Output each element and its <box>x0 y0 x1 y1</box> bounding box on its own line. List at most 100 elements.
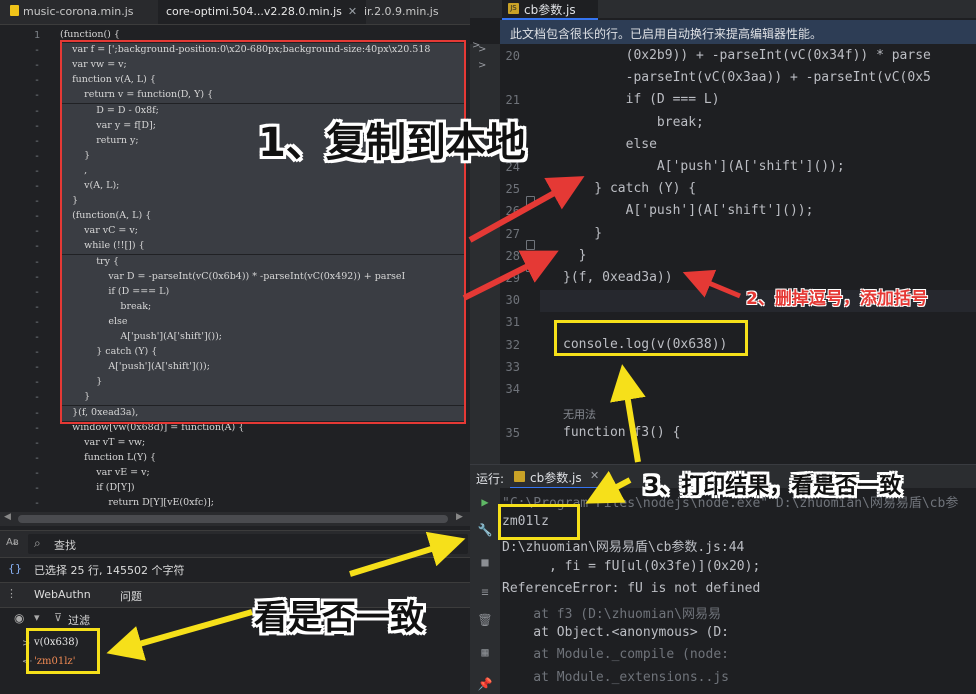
output-line: at Module._compile (node: <box>502 647 729 663</box>
expand-chevron-icon[interactable]: > <box>472 40 480 51</box>
search-input[interactable]: ⌕ 查找 <box>28 534 468 554</box>
tab-ir[interactable]: ir.2.0.9.min.js <box>360 0 470 24</box>
run-tool-strip: ▶ 🔧 ■ ≡ 🗑 ▦ 📌 <box>470 488 500 694</box>
search-placeholder: 查找 <box>54 539 76 552</box>
code-line: var vT = vw; <box>60 436 146 448</box>
output-line: at Object.<anonymous> (D: <box>502 625 729 641</box>
code-line: (0x2b9)) + -parseInt(vC(0x34f)) * parse <box>563 48 931 63</box>
line-number: 25 <box>505 182 520 197</box>
tab-core-optimi[interactable]: core-optimi.504...v2.28.0.min.js ✕ <box>158 0 366 24</box>
file-tabs: music-corona.min.js core-optimi.504...v2… <box>0 0 470 25</box>
line-number: - <box>33 483 40 494</box>
line-number: - <box>33 211 40 223</box>
line-number: - <box>33 60 40 72</box>
line-number: 34 <box>505 382 520 396</box>
tab-webauthn[interactable]: WebAuthn <box>34 588 91 601</box>
code-line: if (D[Y]) <box>60 482 135 493</box>
line-number: - <box>33 271 40 283</box>
step3-label: 3、打印结果，看是否一致 <box>644 474 902 499</box>
line-number: - <box>33 437 40 449</box>
line-number: - <box>33 407 40 419</box>
project-tool-strip: > > <box>470 44 500 464</box>
code-line: var vE = v; <box>60 466 150 478</box>
pin-icon[interactable]: 📌 <box>477 676 493 692</box>
match-case-icon[interactable]: Aᴃ <box>6 537 19 548</box>
console-log-highlight <box>554 320 748 356</box>
line-number: 32 <box>505 337 520 352</box>
output-line: at Module._extensions..js <box>502 669 729 685</box>
line-number: - <box>33 332 40 343</box>
stop-icon[interactable]: ■ <box>477 554 493 570</box>
fold-marker-icon[interactable] <box>526 240 535 250</box>
tab-run-config[interactable]: cb参数.js ✕ <box>510 467 602 489</box>
tab-issues[interactable]: 问题 <box>120 588 142 604</box>
layout-icon[interactable]: ▦ <box>477 644 493 660</box>
line-number: - <box>33 135 40 147</box>
close-icon[interactable]: ✕ <box>590 469 599 482</box>
fold-marker-icon[interactable] <box>526 262 535 272</box>
chevron-down-icon[interactable]: ▾ <box>34 611 40 624</box>
line-number: - <box>33 467 40 479</box>
eye-icon[interactable]: ◉ <box>14 611 24 625</box>
soft-wrap-icon[interactable]: ≡ <box>477 584 493 600</box>
code-line: return D[Y][vE(0xfc)]; <box>60 497 214 509</box>
line-number: - <box>33 150 40 162</box>
scroll-left-icon[interactable]: ◀ <box>4 512 11 522</box>
code-line: }(f, 0xead3a)) <box>563 270 673 285</box>
search-icon: ⌕ <box>34 536 41 550</box>
code-line: if (D === L) <box>563 92 720 108</box>
notification-banner: 此文档包含很长的行。已启用自动换行来提高编辑器性能。 <box>500 20 976 44</box>
code-line: function f3() { <box>563 425 681 441</box>
devtools-result-highlight <box>26 628 100 674</box>
line-number: 31 <box>505 315 520 330</box>
scrollbar-thumb[interactable] <box>18 515 448 523</box>
line-number: - <box>33 196 40 208</box>
line-number: - <box>33 241 40 253</box>
banner-text: 此文档包含很长的行。已启用自动换行来提高编辑器性能。 <box>510 27 823 41</box>
line-number: 27 <box>505 226 520 241</box>
line-number: - <box>33 105 40 117</box>
rerun-icon[interactable]: ▶ <box>477 494 493 510</box>
horizontal-scrollbar[interactable]: ◀ ▶ <box>0 512 470 526</box>
line-number: - <box>33 75 40 87</box>
chevron-right-icon[interactable]: > <box>478 60 486 71</box>
js-file-icon <box>10 5 19 16</box>
js-file-icon: JS <box>508 3 519 14</box>
tab-cb-params[interactable]: JS cb参数.js <box>502 0 598 20</box>
line-number: - <box>33 347 40 359</box>
filter-input[interactable]: 过滤 <box>68 612 90 628</box>
code-editor[interactable]: 20 (0x2b9)) + -parseInt(vC(0x34f)) * par… <box>500 44 976 464</box>
status-bar: {} 已选择 25 行, 145502 个字符 <box>0 558 470 580</box>
output-line: ReferenceError: fU is not defined <box>502 580 761 596</box>
fold-marker-icon[interactable] <box>526 196 535 206</box>
code-line: A['push'](A['shift']()); <box>563 203 814 219</box>
line-number: - <box>33 226 40 238</box>
more-icon[interactable]: ⋮ <box>6 587 17 600</box>
copy-region-highlight <box>60 40 466 424</box>
line-number: - <box>33 181 40 192</box>
trash-icon[interactable]: 🗑 <box>477 612 493 628</box>
line-number: - <box>33 452 40 464</box>
editor-tabs: JS cb参数.js <box>470 0 976 20</box>
step2-label: 2、删掉逗号，添加括号 <box>746 289 928 309</box>
scroll-right-icon[interactable]: ▶ <box>456 512 463 522</box>
line-number: - <box>33 392 40 404</box>
line-number: 1 <box>33 30 40 41</box>
usage-hint: 无用法 <box>563 408 596 422</box>
line-number: - <box>33 165 40 177</box>
wrench-icon[interactable]: 🔧 <box>477 522 493 538</box>
code-line: function L(Y) { <box>60 451 157 463</box>
close-icon[interactable]: ✕ <box>348 5 357 18</box>
line-number: 20 <box>505 49 520 63</box>
output-line: at f3 (D:\zhuomian\网易易 <box>502 607 722 622</box>
braces-icon[interactable]: {} <box>8 562 22 575</box>
tab-music-corona[interactable]: music-corona.min.js <box>6 0 160 24</box>
line-number: - <box>33 316 40 328</box>
line-number: - <box>33 256 40 268</box>
output-line: , fi = fU[ul(0x3fe)](0x20); <box>502 558 761 574</box>
search-bar: Aᴃ ⌕ 查找 <box>0 530 470 558</box>
line-number: 35 <box>505 426 520 441</box>
code-line: } <box>563 225 603 241</box>
line-number: - <box>33 45 40 57</box>
step1-label: 1、复制到本地 <box>258 120 526 166</box>
